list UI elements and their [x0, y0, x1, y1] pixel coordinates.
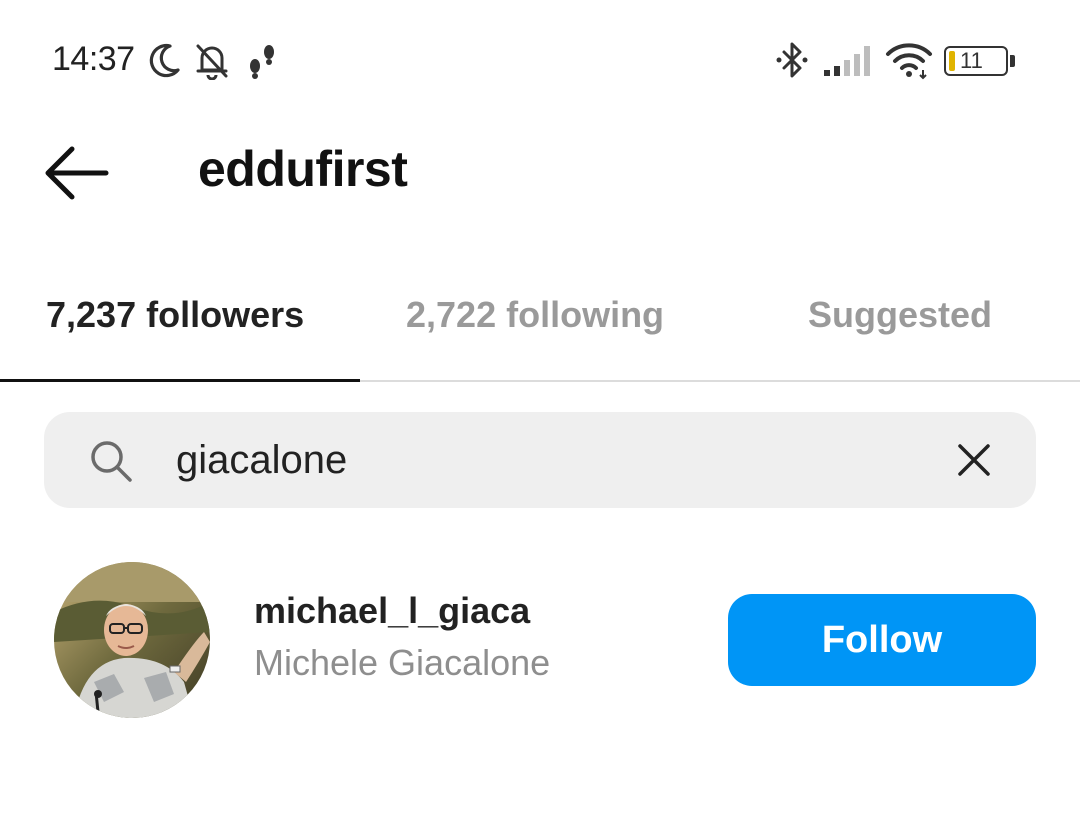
- search-input[interactable]: [176, 430, 936, 490]
- battery-icon: 11: [944, 46, 1016, 76]
- close-icon: [958, 444, 990, 476]
- status-time: 14:37: [52, 40, 135, 78]
- result-fullname: Michele Giacalone: [254, 642, 551, 683]
- avatar[interactable]: [54, 562, 210, 718]
- back-button[interactable]: [38, 138, 118, 208]
- arrow-left-icon: [45, 146, 109, 200]
- active-tab-indicator: [0, 379, 360, 382]
- page-title: eddufirst: [198, 141, 408, 197]
- steps-icon: [250, 45, 274, 79]
- tab-followers[interactable]: 7,237 followers: [46, 294, 304, 336]
- search-icon: [91, 441, 132, 482]
- clear-search-button[interactable]: [952, 438, 996, 482]
- battery-level: 11: [960, 48, 983, 73]
- signal-icon: [824, 46, 870, 76]
- status-bar: 14:37 11: [0, 0, 1080, 120]
- moon-icon: [149, 43, 180, 78]
- tab-bar: 7,237 followers 2,722 following Suggeste…: [0, 270, 1080, 382]
- result-username[interactable]: michael_l_giaca: [254, 590, 530, 632]
- tab-following[interactable]: 2,722 following: [406, 294, 664, 336]
- list-item[interactable]: michael_l_giaca Michele Giacalone Follow: [0, 550, 1080, 730]
- bluetooth-icon: [776, 42, 808, 78]
- tab-suggested[interactable]: Suggested: [808, 294, 992, 336]
- wifi-icon: [886, 43, 932, 80]
- avatar-photo: [54, 562, 210, 718]
- search-bar: [44, 412, 1036, 508]
- follow-button[interactable]: Follow: [728, 594, 1036, 686]
- bell-off-icon: [196, 44, 228, 80]
